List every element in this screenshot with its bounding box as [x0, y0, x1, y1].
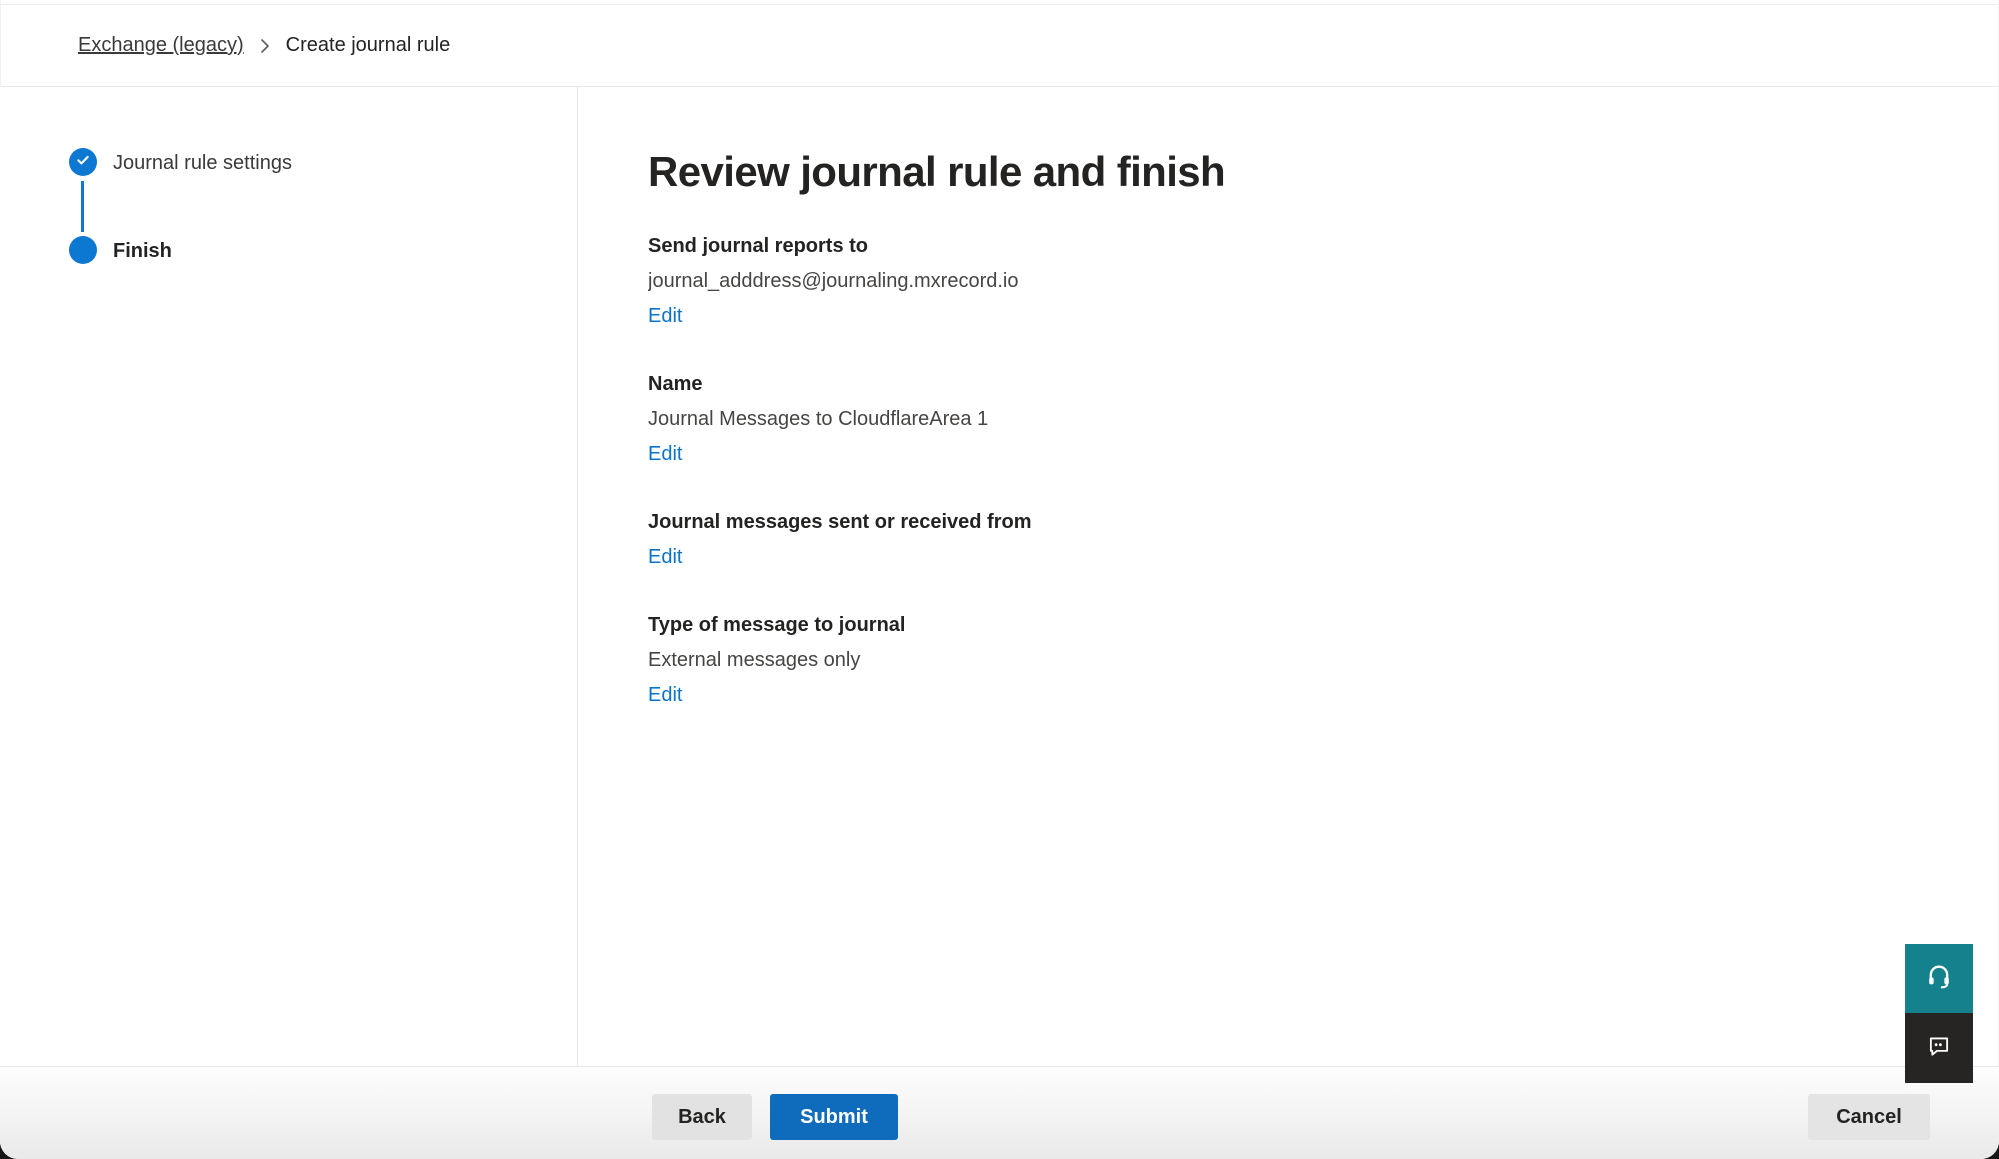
check-icon — [75, 152, 91, 173]
section-label: Journal messages sent or received from — [648, 505, 1939, 540]
header-bar: Exchange (legacy) Create journal rule — [0, 5, 1999, 87]
section-message-type: Type of message to journal External mess… — [648, 608, 1939, 713]
headset-icon — [1925, 962, 1953, 995]
help-button[interactable] — [1905, 944, 1973, 1013]
edit-name-link[interactable]: Edit — [648, 437, 682, 472]
section-label: Send journal reports to — [648, 229, 1939, 264]
breadcrumb-create-journal-rule: Create journal rule — [286, 34, 451, 57]
feedback-button[interactable] — [1905, 1013, 1973, 1083]
edit-journal-reports-link[interactable]: Edit — [648, 299, 682, 334]
step-finish[interactable]: Finish — [113, 238, 172, 264]
edit-scope-link[interactable]: Edit — [648, 540, 682, 575]
section-journal-messages-scope: Journal messages sent or received from E… — [648, 505, 1939, 575]
review-panel: Review journal rule and finish Send jour… — [648, 86, 1939, 1067]
section-name: Name Journal Messages to CloudflareArea … — [648, 367, 1939, 472]
section-value: journal_adddress@journaling.mxrecord.io — [648, 264, 1939, 299]
app-window: Exchange (legacy) Create journal rule Jo… — [0, 0, 1999, 1159]
section-label: Type of message to journal — [648, 608, 1939, 643]
cancel-button[interactable]: Cancel — [1808, 1094, 1930, 1140]
step-current-indicator[interactable] — [69, 236, 97, 264]
page-title: Review journal rule and finish — [648, 148, 1939, 196]
chat-feedback-icon — [1926, 1033, 1952, 1064]
edit-message-type-link[interactable]: Edit — [648, 678, 682, 713]
breadcrumb: Exchange (legacy) Create journal rule — [78, 5, 450, 86]
step-connector-line — [81, 181, 84, 232]
footer-action-bar: Back Submit Cancel — [0, 1066, 1999, 1159]
step-journal-rule-settings[interactable]: Journal rule settings — [113, 150, 292, 176]
section-send-journal-reports-to: Send journal reports to journal_adddress… — [648, 229, 1939, 334]
back-button[interactable]: Back — [652, 1094, 752, 1140]
wizard-steps-panel: Journal rule settings Finish — [0, 87, 578, 1067]
floating-buttons — [1905, 944, 1973, 1083]
section-value: Journal Messages to CloudflareArea 1 — [648, 402, 1939, 437]
breadcrumb-exchange-legacy[interactable]: Exchange (legacy) — [78, 34, 244, 57]
section-label: Name — [648, 367, 1939, 402]
step-completed-indicator[interactable] — [69, 148, 97, 176]
section-value: External messages only — [648, 643, 1939, 678]
chevron-right-icon — [258, 37, 272, 55]
submit-button[interactable]: Submit — [770, 1094, 898, 1140]
